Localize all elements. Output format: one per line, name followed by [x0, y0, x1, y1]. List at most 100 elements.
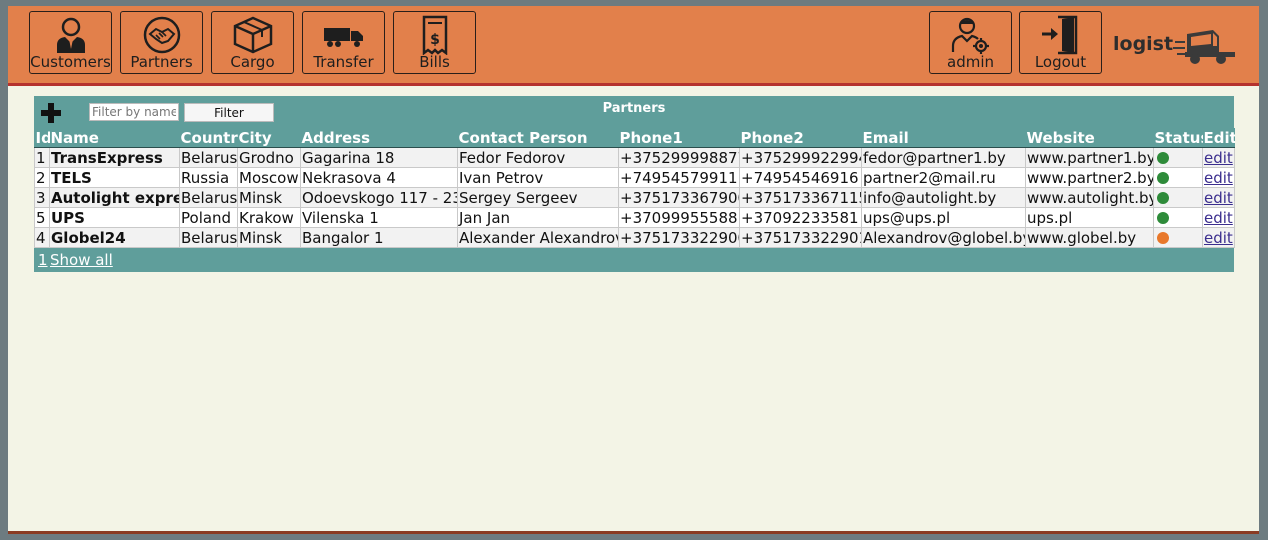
cell-address: Gagarina 18 [300, 147, 458, 168]
show-all-link[interactable]: Show all [50, 251, 113, 269]
nav-partners-label: Partners [130, 53, 193, 71]
column-header-address[interactable]: Address [300, 128, 458, 148]
cell-city: Moscow [237, 167, 301, 188]
cell-contact-person: Ivan Petrov [457, 167, 619, 188]
cell-country: Belarus [179, 187, 238, 208]
nav-bills-button[interactable]: $ Bills [393, 11, 476, 74]
nav-logout-button[interactable]: Logout [1019, 11, 1102, 74]
column-header-contact-person[interactable]: Contact Person [457, 128, 619, 148]
cell-phone1: +375173322900 [618, 227, 740, 248]
column-header-country[interactable]: Country [179, 128, 238, 148]
status-active-dot-icon [1157, 152, 1169, 164]
cell-phone2: +74954546916 [739, 167, 862, 188]
status-inactive-dot-icon [1157, 232, 1169, 244]
cell-id: 4 [34, 227, 50, 248]
cell-name: Autolight express [49, 187, 180, 208]
bill-receipt-icon: $ [422, 15, 447, 55]
table-row: 2 TELS Russia Moscow Nekrasova 4 Ivan Pe… [34, 167, 1235, 188]
svg-text:$: $ [430, 32, 440, 48]
nav-customers-label: Customers [30, 53, 111, 71]
column-header-website[interactable]: Website [1025, 128, 1154, 148]
pagination-bar: 1 Show all [34, 248, 1234, 272]
cell-phone1: +37099955588 [618, 207, 740, 228]
cell-edit: edit [1202, 147, 1235, 168]
partners-panel: Filter Partners Id Name Country City Add… [34, 96, 1235, 272]
cell-id: 1 [34, 147, 50, 168]
column-header-name[interactable]: Name [49, 128, 180, 148]
app-frame: Customers Partners Cargo Transfer $ Bill… [8, 6, 1259, 534]
cell-phone2: +37092233581 [739, 207, 862, 228]
cell-id: 5 [34, 207, 50, 228]
nav-partners-button[interactable]: Partners [120, 11, 203, 74]
cell-address: Nekrasova 4 [300, 167, 458, 188]
cell-edit: edit [1202, 187, 1235, 208]
cell-edit: edit [1202, 227, 1235, 248]
edit-link[interactable]: edit [1204, 169, 1233, 187]
column-header-edit: Edit [1202, 128, 1235, 148]
cell-website: ups.pl [1025, 207, 1154, 228]
cell-city: Krakow [237, 207, 301, 228]
table-row: 4 Globel24 Belarus Minsk Bangalor 1 Alex… [34, 227, 1235, 248]
nav-logout-label: Logout [1034, 53, 1087, 71]
cell-phone1: +74954579911 [618, 167, 740, 188]
nav-transfer-button[interactable]: Transfer [302, 11, 385, 74]
cell-country: Belarus [179, 147, 238, 168]
nav-cargo-button[interactable]: Cargo [211, 11, 294, 74]
logout-door-icon [1041, 15, 1077, 55]
column-header-status[interactable]: Status [1153, 128, 1203, 148]
cell-name: TransExpress [49, 147, 180, 168]
cell-address: Odoevskogo 117 - 23 [300, 187, 458, 208]
transfer-truck-icon [323, 28, 363, 47]
cell-phone1: +375299998877 [618, 147, 740, 168]
truck-logo-icon [1173, 30, 1235, 64]
admin-user-gear-icon [951, 17, 989, 54]
column-header-id[interactable]: Id [34, 128, 50, 148]
cell-edit: edit [1202, 207, 1235, 228]
nav-bills-label: Bills [419, 53, 450, 71]
column-header-city[interactable]: City [237, 128, 301, 148]
cell-website: www.partner1.by [1025, 147, 1154, 168]
nav-admin-label: admin [947, 53, 994, 71]
edit-link[interactable]: edit [1204, 229, 1233, 247]
cell-country: Belarus [179, 227, 238, 248]
cell-address: Vilenska 1 [300, 207, 458, 228]
cell-address: Bangalor 1 [300, 227, 458, 248]
handshake-icon [143, 16, 180, 54]
brand-name: logist [1113, 33, 1174, 55]
customer-person-icon [56, 17, 85, 53]
column-header-phone2[interactable]: Phone2 [739, 128, 862, 148]
cell-id: 2 [34, 167, 50, 188]
page-1-link[interactable]: 1 [38, 251, 48, 269]
nav-admin-button[interactable]: admin [929, 11, 1012, 74]
nav-transfer-label: Transfer [313, 53, 374, 71]
edit-link[interactable]: edit [1204, 189, 1233, 207]
cell-email: partner2@mail.ru [861, 167, 1026, 188]
cell-website: www.globel.by [1025, 227, 1154, 248]
cell-status [1153, 187, 1203, 208]
column-header-phone1[interactable]: Phone1 [618, 128, 740, 148]
column-header-email[interactable]: Email [861, 128, 1026, 148]
edit-link[interactable]: edit [1204, 209, 1233, 227]
cell-name: UPS [49, 207, 180, 228]
cell-name: Globel24 [49, 227, 180, 248]
bottom-border [8, 531, 1259, 534]
status-active-dot-icon [1157, 172, 1169, 184]
cell-status [1153, 167, 1203, 188]
partners-panel-header: Filter Partners [34, 96, 1234, 128]
cell-email: ups@ups.pl [861, 207, 1026, 228]
box-icon [233, 16, 272, 54]
top-navigation-bar: Customers Partners Cargo Transfer $ Bill… [8, 6, 1259, 86]
cell-website: www.autolight.by [1025, 187, 1154, 208]
cell-country: Russia [179, 167, 238, 188]
partners-table: Id Name Country City Address Contact Per… [34, 128, 1235, 248]
nav-customers-button[interactable]: Customers [29, 11, 112, 74]
cell-email: fedor@partner1.by [861, 147, 1026, 168]
nav-cargo-label: Cargo [230, 53, 275, 71]
cell-status [1153, 147, 1203, 168]
cell-status [1153, 227, 1203, 248]
cell-email: Alexandrov@globel.by [861, 227, 1026, 248]
cell-city: Minsk [237, 227, 301, 248]
edit-link[interactable]: edit [1204, 149, 1233, 167]
status-active-dot-icon [1157, 192, 1169, 204]
table-row: 5 UPS Poland Krakow Vilenska 1 Jan Jan +… [34, 207, 1235, 228]
